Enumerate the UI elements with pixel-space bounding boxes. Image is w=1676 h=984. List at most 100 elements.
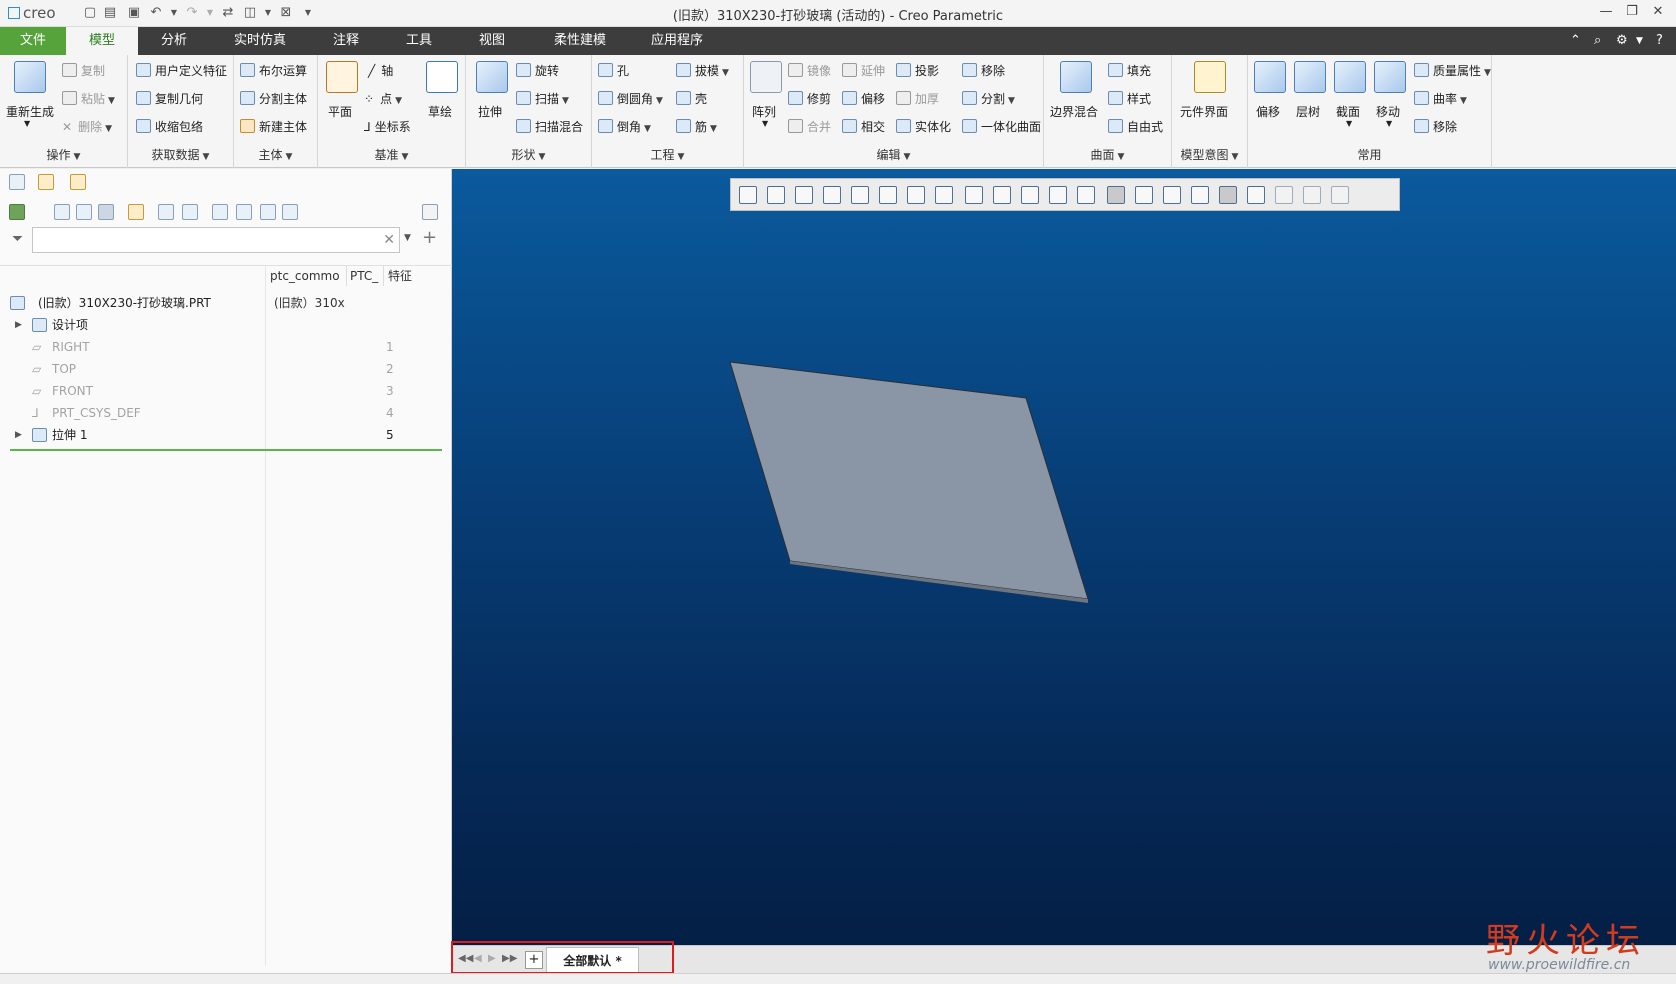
- section-button[interactable]: 截面: [1336, 103, 1360, 120]
- split-button[interactable]: 分割 ▼: [962, 90, 1015, 107]
- udf-button[interactable]: 用户定义特征: [136, 62, 227, 79]
- group-label-model-intent[interactable]: 模型意图 ▼: [1172, 146, 1247, 163]
- plane-button[interactable]: 平面: [328, 103, 352, 120]
- model-display-icon[interactable]: [9, 204, 25, 220]
- search-icon[interactable]: ⌕: [1594, 33, 1601, 48]
- tree-filter-input[interactable]: ✕: [32, 227, 400, 253]
- regenerate-dropdown-icon[interactable]: ▼: [24, 119, 30, 128]
- tab-analysis[interactable]: 分析: [140, 27, 208, 55]
- thicken-button[interactable]: 加厚: [896, 90, 939, 107]
- extrude-button[interactable]: 拉伸: [478, 103, 502, 120]
- copy-geometry-button[interactable]: 复制几何: [136, 90, 203, 107]
- help-icon[interactable]: ?: [1656, 33, 1663, 48]
- restore-icon[interactable]: ❐: [1620, 4, 1644, 22]
- column-header-ptc[interactable]: PTC_: [350, 266, 380, 286]
- solidify-button[interactable]: 实体化: [896, 118, 951, 135]
- mass-properties-button[interactable]: 质量属性 ▼: [1414, 62, 1491, 79]
- tree-columns-icon[interactable]: [98, 204, 114, 220]
- options-dropdown-icon[interactable]: ▼: [1636, 36, 1643, 46]
- boundary-blend-button[interactable]: 边界混合: [1050, 103, 1098, 120]
- group-label-operations[interactable]: 操作 ▼: [0, 146, 127, 163]
- point-button[interactable]: ⁘ 点 ▼: [364, 90, 402, 107]
- tree-expand-icon[interactable]: [54, 204, 70, 220]
- clear-filter-icon[interactable]: ✕: [383, 232, 395, 248]
- hole-button[interactable]: 孔: [598, 62, 629, 79]
- tree-hierarchy-icon[interactable]: [260, 204, 276, 220]
- new-body-button[interactable]: 新建主体: [240, 118, 307, 135]
- tree-table-icon[interactable]: [182, 204, 198, 220]
- layer-stack-icon[interactable]: [236, 204, 252, 220]
- component-interface-button[interactable]: 元件界面: [1180, 103, 1228, 120]
- group-label-shapes[interactable]: 形状 ▼: [466, 146, 591, 163]
- tree-filters-icon[interactable]: [158, 204, 174, 220]
- help-center-icon[interactable]: ⚙: [1616, 33, 1628, 48]
- fill-button[interactable]: 填充: [1108, 62, 1151, 79]
- draft-button[interactable]: 拔模 ▼: [676, 62, 729, 79]
- tree-root-row[interactable]: (旧款）310X230-打砂玻璃.PRT (旧款）310x: [0, 292, 452, 314]
- paste-button[interactable]: 粘贴 ▼: [62, 90, 115, 107]
- offset-common-button[interactable]: 偏移: [1256, 103, 1280, 120]
- intersect-button[interactable]: 相交: [842, 118, 885, 135]
- revolve-button[interactable]: 旋转: [516, 62, 559, 79]
- remove-common-button[interactable]: 移除: [1414, 118, 1457, 135]
- tab-flexible-modeling[interactable]: 柔性建模: [540, 27, 620, 55]
- tree-row-csys[interactable]: ⅃ PRT_CSYS_DEF 4: [0, 402, 452, 424]
- group-label-body[interactable]: 主体 ▼: [234, 146, 317, 163]
- group-label-surfaces[interactable]: 曲面 ▼: [1044, 146, 1171, 163]
- tree-row-top[interactable]: ▱ TOP 2: [0, 358, 452, 380]
- tree-row-extrude[interactable]: ▶ 拉伸 1 5: [0, 424, 452, 446]
- regenerate-button[interactable]: 重新生成: [6, 103, 54, 120]
- group-label-datum[interactable]: 基准 ▼: [318, 146, 465, 163]
- part-model[interactable]: [452, 169, 1676, 945]
- filter-dropdown-icon[interactable]: ▼: [404, 233, 411, 243]
- rib-button[interactable]: 筋 ▼: [676, 118, 717, 135]
- freestyle-button[interactable]: 自由式: [1108, 118, 1163, 135]
- tab-view[interactable]: 视图: [458, 27, 526, 55]
- show-layers-icon[interactable]: [212, 204, 228, 220]
- split-body-button[interactable]: 分割主体: [240, 90, 307, 107]
- pattern-dropdown-icon[interactable]: ▼: [762, 119, 768, 128]
- model-tree-tab-icon[interactable]: [9, 174, 25, 190]
- offset-button[interactable]: 偏移: [842, 90, 885, 107]
- boolean-button[interactable]: 布尔运算: [240, 62, 307, 79]
- group-label-get-data[interactable]: 获取数据 ▼: [128, 146, 233, 163]
- collapse-ribbon-icon[interactable]: ⌃: [1570, 33, 1581, 48]
- tree-insert-icon[interactable]: [282, 204, 298, 220]
- sweep-button[interactable]: 扫描 ▼: [516, 90, 569, 107]
- column-header-ptc-common[interactable]: ptc_commo: [270, 266, 340, 286]
- group-label-engineering[interactable]: 工程 ▼: [592, 146, 743, 163]
- column-header-feature-number[interactable]: 特征: [388, 266, 418, 286]
- move-dropdown-icon[interactable]: ▼: [1386, 119, 1392, 128]
- favorites-tab-icon[interactable]: [70, 174, 86, 190]
- close-icon[interactable]: ✕: [1646, 4, 1670, 22]
- tab-file[interactable]: 文件: [0, 27, 66, 55]
- mirror-button[interactable]: 镜像: [788, 62, 831, 79]
- chamfer-button[interactable]: 倒角 ▼: [598, 118, 651, 135]
- group-label-editing[interactable]: 编辑 ▼: [744, 146, 1043, 163]
- tab-annotate[interactable]: 注释: [312, 27, 380, 55]
- delete-button[interactable]: ✕ 删除 ▼: [62, 118, 112, 135]
- sketch-button[interactable]: 草绘: [428, 103, 452, 120]
- copy-button[interactable]: 复制: [62, 62, 105, 79]
- remove-button[interactable]: 移除: [962, 62, 1005, 79]
- merge-button[interactable]: 合并: [788, 118, 831, 135]
- tree-settings-icon[interactable]: [128, 204, 144, 220]
- move-button[interactable]: 移动: [1376, 103, 1400, 120]
- shell-button[interactable]: 壳: [676, 90, 707, 107]
- round-button[interactable]: 倒圆角 ▼: [598, 90, 663, 107]
- tab-tools[interactable]: 工具: [385, 27, 453, 55]
- tab-live-simulation[interactable]: 实时仿真: [220, 27, 300, 55]
- curvature-button[interactable]: 曲率 ▼: [1414, 90, 1467, 107]
- unify-surface-button[interactable]: 一体化曲面: [962, 118, 1041, 135]
- section-dropdown-icon[interactable]: ▼: [1346, 119, 1352, 128]
- swept-blend-button[interactable]: 扫描混合: [516, 118, 583, 135]
- folder-browser-tab-icon[interactable]: [38, 174, 54, 190]
- extend-button[interactable]: 延伸: [842, 62, 885, 79]
- tree-collapse-icon[interactable]: [76, 204, 92, 220]
- tree-row-design-items[interactable]: ▶ 设计项: [0, 314, 452, 336]
- csys-button[interactable]: ⅃ 坐标系: [364, 118, 411, 135]
- minimize-icon[interactable]: —: [1594, 4, 1618, 22]
- graphics-area[interactable]: [452, 169, 1676, 945]
- axis-button[interactable]: ╱ 轴: [368, 62, 393, 79]
- tree-row-front[interactable]: ▱ FRONT 3: [0, 380, 452, 402]
